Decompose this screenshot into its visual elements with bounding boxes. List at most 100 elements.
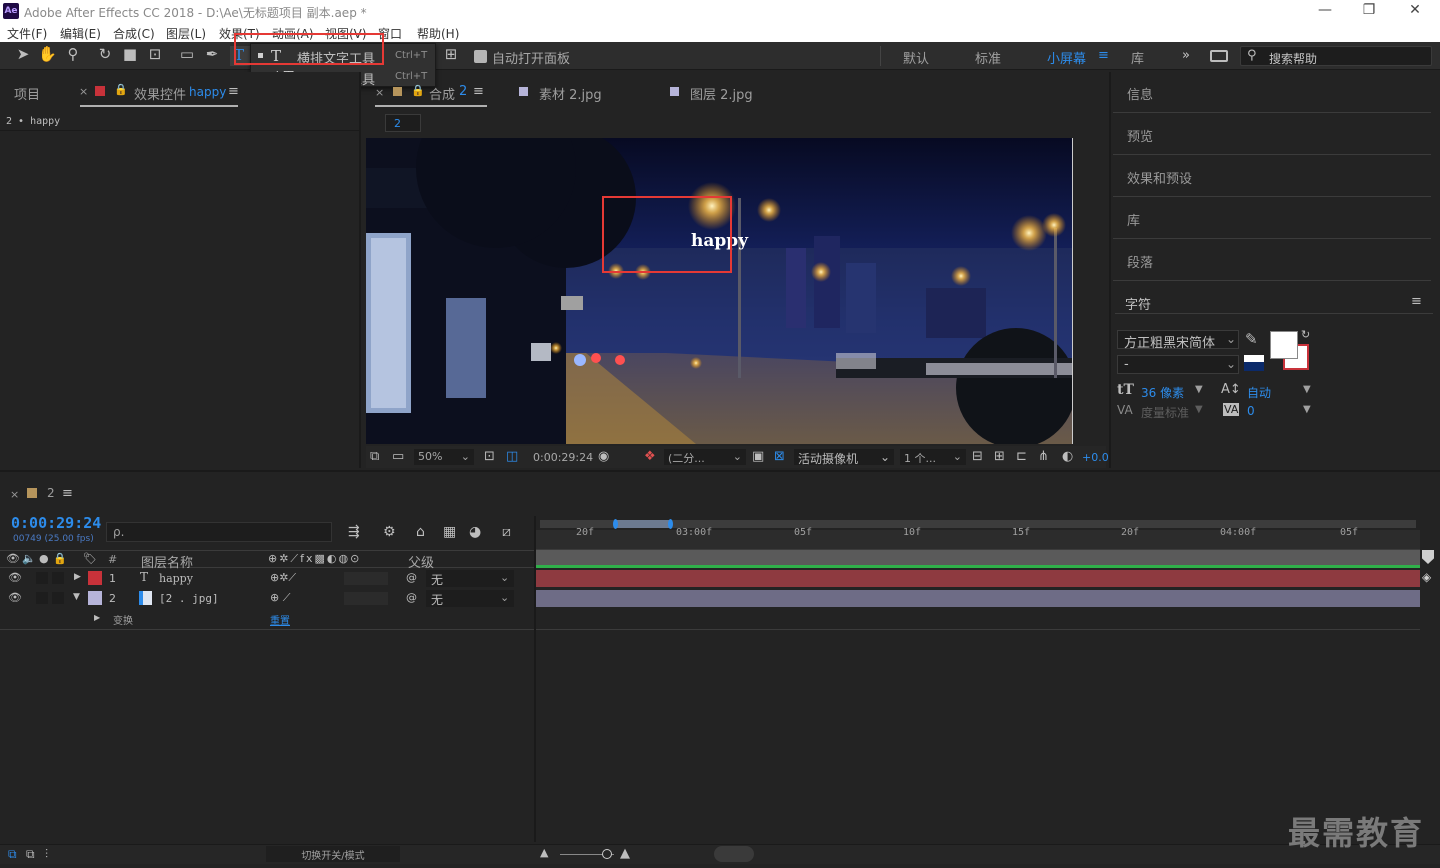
panel-info[interactable]: 信息 xyxy=(1113,72,1431,113)
expand-triangle-icon[interactable]: ▶ xyxy=(94,613,100,622)
mode-switches[interactable] xyxy=(344,572,388,585)
tracking-value[interactable]: 0 xyxy=(1247,404,1255,418)
panel-effects-presets[interactable]: 效果和预设 xyxy=(1113,156,1431,197)
resolution-dropdown[interactable]: (二分... ⌄ xyxy=(664,449,746,465)
tab-layer[interactable]: 图层 2.jpg xyxy=(690,84,753,103)
auto-open-checkbox[interactable] xyxy=(474,50,487,63)
layer-bar-2[interactable] xyxy=(536,590,1420,607)
collapse-triangle-icon[interactable]: ▼ xyxy=(73,592,80,602)
tab-effect-controls[interactable]: 效果控件 xyxy=(134,84,186,103)
region-of-interest-icon[interactable]: ▣ xyxy=(752,449,764,464)
parent-dropdown[interactable]: 无 ⌄ xyxy=(426,590,514,607)
composition-viewer[interactable]: happy xyxy=(366,138,1073,444)
camera-dropdown[interactable]: 活动摄像机 ⌄ xyxy=(794,449,894,466)
kerning-value[interactable]: 度量标准 xyxy=(1141,404,1189,421)
layer-label-color[interactable] xyxy=(88,571,102,585)
chevron-down-icon[interactable]: ▼ xyxy=(1195,384,1203,395)
panel-paragraph[interactable]: 段落 xyxy=(1113,240,1431,281)
pen-tool-icon[interactable]: ✒ xyxy=(203,47,221,65)
draft-3d-icon[interactable]: ⚙ xyxy=(383,524,396,540)
camera-tool-icon[interactable]: ■ xyxy=(121,47,139,65)
tab-project[interactable]: 项目 xyxy=(14,84,40,103)
panel-menu-icon[interactable]: ≡ xyxy=(473,84,484,99)
sync-settings-icon[interactable] xyxy=(1210,50,1228,62)
shy-switch-icon[interactable]: ⊕✲⟋ xyxy=(270,571,296,585)
transform-reset-link[interactable]: 重置 xyxy=(270,612,290,627)
timeline-scrollbar[interactable] xyxy=(714,846,754,862)
monitor-icon[interactable]: ▭ xyxy=(392,449,404,464)
always-preview-icon[interactable]: ⧉ xyxy=(370,449,379,464)
layer-row-2[interactable]: 👁 ▼ 2 [2 . jpg] ⊕ ⟋ @ 无 ⌄ xyxy=(0,589,534,609)
parent-dropdown[interactable]: 无 ⌄ xyxy=(426,570,514,587)
work-area-bar[interactable] xyxy=(540,519,1416,529)
zoom-in-icon[interactable]: ▲ xyxy=(620,846,630,861)
swap-colors-icon[interactable]: ↻ xyxy=(1301,328,1310,341)
layer-name[interactable]: [2 . jpg] xyxy=(159,592,219,605)
workspace-library[interactable]: 库 xyxy=(1131,48,1144,67)
solo-toggle[interactable] xyxy=(36,572,48,584)
work-area-range[interactable] xyxy=(614,520,672,528)
zoom-tool-icon[interactable]: ⚲ xyxy=(64,47,82,65)
panel-menu-icon[interactable]: ≡ xyxy=(1411,294,1422,309)
visibility-eye-icon[interactable]: 👁 xyxy=(8,571,22,584)
mode-switches[interactable] xyxy=(344,592,388,605)
layer-switches-icon[interactable]: ⧉ xyxy=(8,847,17,862)
menu-layer[interactable]: 图层(L) xyxy=(166,25,206,42)
lock-toggle[interactable] xyxy=(52,572,64,584)
font-family-dropdown[interactable]: 方正粗黑宋简体 ⌄ xyxy=(1117,330,1239,351)
layer-label-color[interactable] xyxy=(88,591,102,605)
fit-icon[interactable]: ⊡ xyxy=(484,449,495,464)
lock-icon[interactable]: 🔒 xyxy=(114,83,128,96)
chevron-down-icon[interactable]: ▼ xyxy=(1195,404,1203,415)
exposure-value[interactable]: +0.0 xyxy=(1082,451,1109,464)
font-style-dropdown[interactable]: - ⌄ xyxy=(1117,355,1239,374)
tab-composition[interactable]: 合成 xyxy=(429,84,455,103)
chevron-down-icon[interactable]: ▼ xyxy=(1303,404,1311,415)
layer-row-1[interactable]: 👁 ▶ 1 T happy ⊕✲⟋ @ 无 ⌄ xyxy=(0,569,534,589)
current-time[interactable]: 0:00:29:24 xyxy=(533,451,593,464)
lock-icon[interactable]: 🔒 xyxy=(411,84,425,97)
shy-layers-icon[interactable]: ⌂ xyxy=(416,524,425,540)
grid-icon[interactable]: ⊠ xyxy=(774,449,785,464)
layer-name[interactable]: happy xyxy=(159,572,193,585)
time-ruler[interactable] xyxy=(536,530,1420,550)
selection-tool-icon[interactable]: ➤ xyxy=(14,47,32,65)
zoom-slider-handle[interactable] xyxy=(602,849,612,859)
timeline-timecode[interactable]: 0:00:29:24 xyxy=(11,514,101,532)
leading-value[interactable]: 自动 xyxy=(1247,384,1271,401)
lock-header-icon[interactable]: 🔒 xyxy=(53,552,67,565)
views-dropdown[interactable]: 1 个... ⌄ xyxy=(900,449,966,465)
timeline-search-field[interactable]: ρ. xyxy=(106,522,332,542)
work-area-end-handle[interactable] xyxy=(668,519,673,529)
toggle-3d-icon[interactable]: ⊟ xyxy=(972,449,983,464)
shy-switch-icon[interactable]: ⊕ ⟋ xyxy=(270,591,290,605)
reset-exposure-icon[interactable]: ◐ xyxy=(1062,449,1073,464)
minimize-button[interactable]: — xyxy=(1310,2,1340,20)
transform-row[interactable]: ▶ 变换 重置 xyxy=(0,609,534,629)
panel-menu-icon[interactable]: ≡ xyxy=(62,486,73,501)
pickwhip-icon[interactable]: @ xyxy=(406,591,417,604)
video-toggle-header-icon[interactable]: 👁 xyxy=(6,552,20,565)
zoom-dropdown[interactable]: 50% ⌄ xyxy=(414,449,474,465)
timeline-comp-tab[interactable]: 2 xyxy=(47,486,55,500)
black-white-swatch-icon[interactable] xyxy=(1244,355,1264,371)
transparency-grid-icon[interactable]: ◫ xyxy=(506,449,518,464)
more-workspaces-icon[interactable]: » xyxy=(1182,48,1190,63)
timeline-icon[interactable]: ⊏ xyxy=(1016,449,1027,464)
motion-blur-icon[interactable]: ◕ xyxy=(469,524,481,540)
panel-menu-icon[interactable]: ≡ xyxy=(228,84,239,99)
in-out-icon[interactable]: ⫶ xyxy=(45,847,48,862)
close-button[interactable]: ✕ xyxy=(1400,2,1430,20)
menu-file[interactable]: 文件(F) xyxy=(7,25,47,42)
comp-navigator-tab[interactable]: 2 xyxy=(385,114,421,132)
pickwhip-icon[interactable]: @ xyxy=(406,571,417,584)
graph-editor-icon[interactable]: ⧄ xyxy=(502,524,511,540)
menu-help[interactable]: 帮助(H) xyxy=(417,25,459,42)
lock-toggle[interactable] xyxy=(52,592,64,604)
solo-toggle[interactable] xyxy=(36,592,48,604)
rotate-tool-icon[interactable]: ↻ xyxy=(96,47,114,65)
comp-marker-bin-icon[interactable]: ◈ xyxy=(1422,570,1431,584)
workspace-menu-icon[interactable]: ≡ xyxy=(1098,48,1109,63)
label-header-icon[interactable]: 🏷 xyxy=(83,552,97,565)
zoom-out-icon[interactable]: ▲ xyxy=(540,846,548,859)
